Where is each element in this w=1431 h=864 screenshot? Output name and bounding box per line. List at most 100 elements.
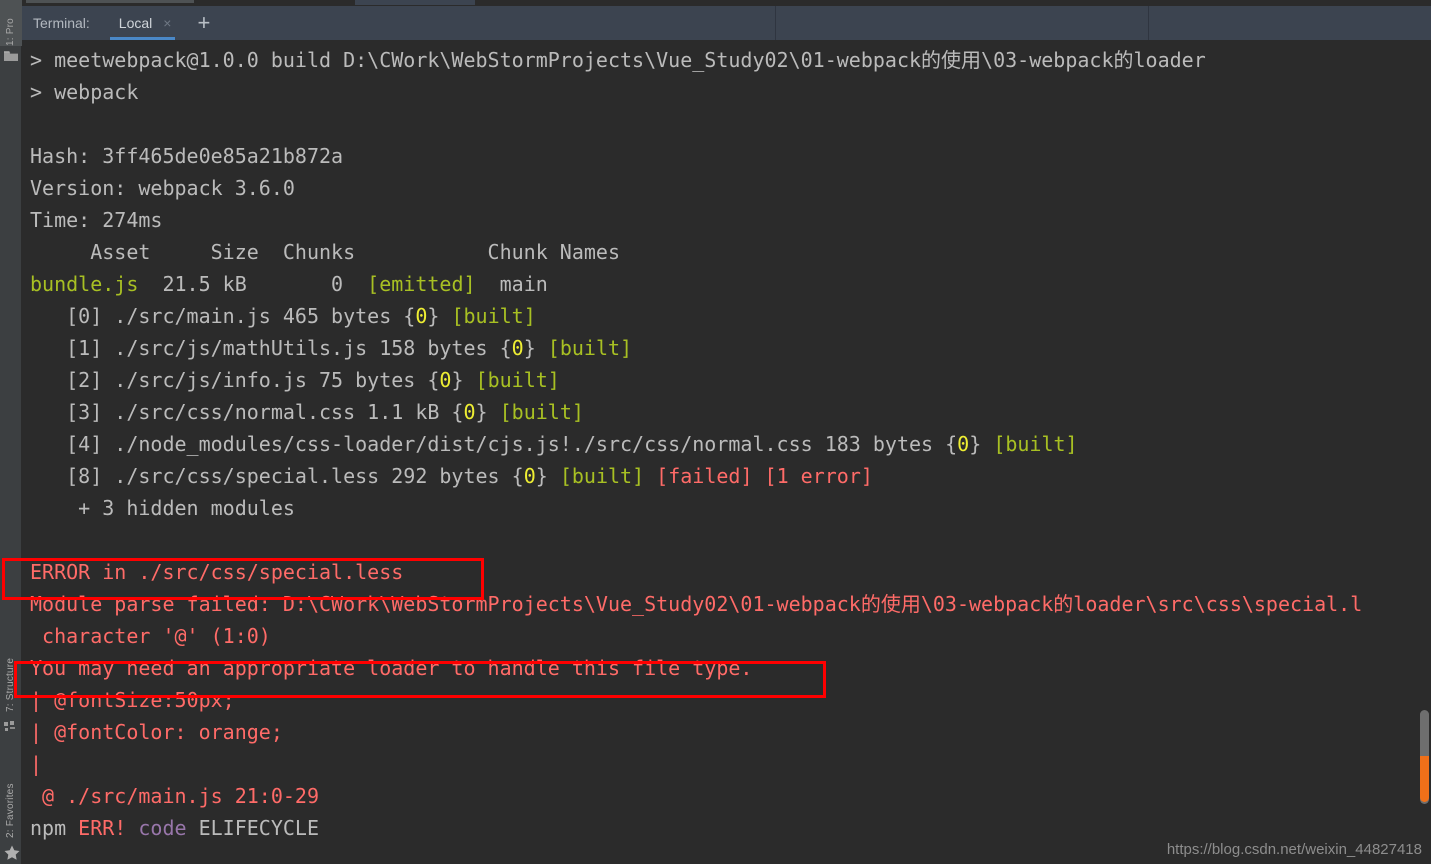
vertical-scrollbar[interactable]	[1417, 40, 1431, 864]
window-top-edge-highlight-secondary	[355, 0, 475, 5]
terminal-line-segment: [4] ./node_modules/css-loader/dist/cjs.j…	[30, 432, 958, 456]
terminal-line-segment: 0	[957, 432, 970, 456]
terminal-line: @ ./src/main.js 21:0-29	[22, 780, 1362, 812]
terminal-line: Module parse failed: D:\CWork\WebStormPr…	[22, 588, 1362, 620]
terminal-line: You may need an appropriate loader to ha…	[22, 652, 1362, 684]
terminal-line-segment: 0	[439, 368, 452, 392]
sidebar-item-project[interactable]: 1: Pro	[0, 0, 22, 46]
terminal-line: bundle.js 21.5 kB 0 [emitted] main	[22, 268, 1362, 300]
terminal-line-segment: [built]	[475, 368, 560, 392]
terminal-line-segment: Asset Size Chunks Chunk Names	[30, 240, 621, 264]
terminal-line-segment: code	[138, 816, 187, 840]
terminal-output-pane[interactable]: > meetwebpack@1.0.0 build D:\CWork\WebSt…	[22, 40, 1431, 864]
terminal-line: | @fontColor: orange;	[22, 716, 1362, 748]
terminal-line: [2] ./src/js/info.js 75 bytes {0} [built…	[22, 364, 1362, 396]
watermark-url: https://blog.csdn.net/weixin_44827418	[1166, 841, 1422, 858]
terminal-line: [4] ./node_modules/css-loader/dist/cjs.j…	[22, 428, 1362, 460]
terminal-line: [1] ./src/js/mathUtils.js 158 bytes {0} …	[22, 332, 1362, 364]
terminal-line-segment: 0	[511, 336, 524, 360]
folder-icon	[3, 48, 19, 64]
terminal-line-segment: Version: webpack 3.6.0	[30, 176, 295, 200]
terminal-line: Time: 274ms	[22, 204, 1362, 236]
terminal-line-segment: |	[30, 752, 43, 776]
terminal-line-segment: }	[523, 336, 548, 360]
terminal-line-segment: 0	[523, 464, 536, 488]
header-divider-left	[775, 6, 776, 40]
terminal-line-segment: bundle.js	[30, 272, 139, 296]
terminal-output-lines: > meetwebpack@1.0.0 build D:\CWork\WebSt…	[22, 40, 1362, 844]
star-icon	[3, 844, 20, 860]
squares-icon	[3, 718, 19, 734]
terminal-line-segment: [emitted]	[367, 272, 476, 296]
terminal-line-segment: | @fontColor: orange;	[30, 720, 283, 744]
terminal-line-segment: [built]	[547, 336, 633, 360]
close-icon[interactable]: ×	[163, 16, 171, 30]
terminal-line-segment: [built]	[499, 400, 584, 424]
tab-local[interactable]: Local ×	[109, 6, 176, 40]
terminal-line: character '@' (1:0)	[22, 620, 1362, 652]
terminal-line-segment: }	[969, 432, 994, 456]
terminal-line: [3] ./src/css/normal.css 1.1 kB {0} [bui…	[22, 396, 1362, 428]
terminal-line-segment: [failed]	[656, 464, 753, 488]
terminal-line-segment: + 3 hidden modules	[30, 496, 295, 520]
terminal-line-segment: 0	[415, 304, 428, 328]
terminal-line: [0] ./src/main.js 465 bytes {0} [built]	[22, 300, 1362, 332]
terminal-line-segment	[644, 464, 656, 488]
terminal-line: [8] ./src/css/special.less 292 bytes {0}…	[22, 460, 1362, 492]
terminal-line-segment: > webpack	[30, 80, 139, 104]
terminal-line-segment: [1] ./src/js/mathUtils.js 158 bytes {	[30, 336, 512, 360]
terminal-line-segment: main	[475, 272, 548, 296]
terminal-line-segment: [2] ./src/js/info.js 75 bytes {	[30, 368, 440, 392]
terminal-line-segment: [built]	[993, 432, 1078, 456]
terminal-line-segment: [1 error]	[764, 464, 873, 488]
sidebar-item-favorites[interactable]: 2: Favorites	[0, 750, 22, 838]
terminal-line-segment: ERR!	[78, 816, 127, 840]
terminal-line: > webpack	[22, 76, 1362, 108]
window-top-edge-highlight	[26, 0, 194, 3]
terminal-line: | @fontSize:50px;	[22, 684, 1362, 716]
terminal-line-segment: [8] ./src/css/special.less 292 bytes {	[30, 464, 524, 488]
terminal-line: > meetwebpack@1.0.0 build D:\CWork\WebSt…	[22, 44, 1362, 76]
terminal-line-segment: [0] ./src/main.js 465 bytes {	[30, 304, 416, 328]
terminal-title: Terminal:	[33, 15, 90, 31]
terminal-line-segment: Hash: 3ff465de0e85a21b872a	[30, 144, 344, 168]
terminal-line: ERROR in ./src/css/special.less	[22, 556, 1362, 588]
terminal-line: npm ERR! code ELIFECYCLE	[22, 812, 1362, 844]
terminal-line-segment: npm	[30, 816, 79, 840]
terminal-line-segment: ERROR in ./src/css/special.less	[30, 560, 404, 584]
terminal-line-segment: }	[475, 400, 500, 424]
terminal-line-segment: 21.5 kB 0	[138, 272, 368, 296]
terminal-line: Version: webpack 3.6.0	[22, 172, 1362, 204]
terminal-line-segment: }	[451, 368, 476, 392]
terminal-line-segment: 0	[463, 400, 476, 424]
new-terminal-tab-button[interactable]: +	[191, 8, 216, 38]
terminal-line-segment: }	[427, 304, 452, 328]
terminal-line-segment: [built]	[451, 304, 536, 328]
terminal-line-segment: You may need an appropriate loader to ha…	[30, 656, 753, 680]
terminal-line: Hash: 3ff465de0e85a21b872a	[22, 140, 1362, 172]
header-divider-right	[1148, 6, 1149, 40]
terminal-line-segment: Time: 274ms	[30, 208, 163, 232]
terminal-line-segment	[753, 464, 765, 488]
terminal-line-segment: }	[535, 464, 560, 488]
terminal-header: Terminal: Local × +	[22, 6, 1431, 40]
sidebar-item-structure[interactable]: 7: Structure	[0, 626, 22, 712]
scrollbar-error-marker[interactable]	[1420, 756, 1429, 802]
terminal-line-segment	[126, 816, 138, 840]
terminal-line-segment: [built]	[559, 464, 645, 488]
terminal-line: Asset Size Chunks Chunk Names	[22, 236, 1362, 268]
terminal-line-segment: Module parse failed: D:\CWork\WebStormPr…	[30, 592, 1363, 616]
sidebar-item-project-label: 1: Pro	[5, 18, 16, 46]
terminal-line: + 3 hidden modules	[22, 492, 1362, 524]
tab-local-label: Local	[118, 15, 153, 31]
terminal-line-segment: | @fontSize:50px;	[30, 688, 235, 712]
terminal-line-segment: character '@' (1:0)	[30, 624, 271, 648]
tool-window-stripe-left: 1: Pro 7: Structure 2: Favorites	[0, 0, 22, 864]
terminal-line-segment: @ ./src/main.js 21:0-29	[30, 784, 319, 808]
terminal-line-segment: ELIFECYCLE	[186, 816, 320, 840]
terminal-line: |	[22, 748, 1362, 780]
ide-terminal-window: 1: Pro 7: Structure 2: Favorites Termina…	[0, 0, 1431, 864]
sidebar-item-structure-label: 7: Structure	[5, 657, 16, 712]
terminal-line-segment: [3] ./src/css/normal.css 1.1 kB {	[30, 400, 464, 424]
